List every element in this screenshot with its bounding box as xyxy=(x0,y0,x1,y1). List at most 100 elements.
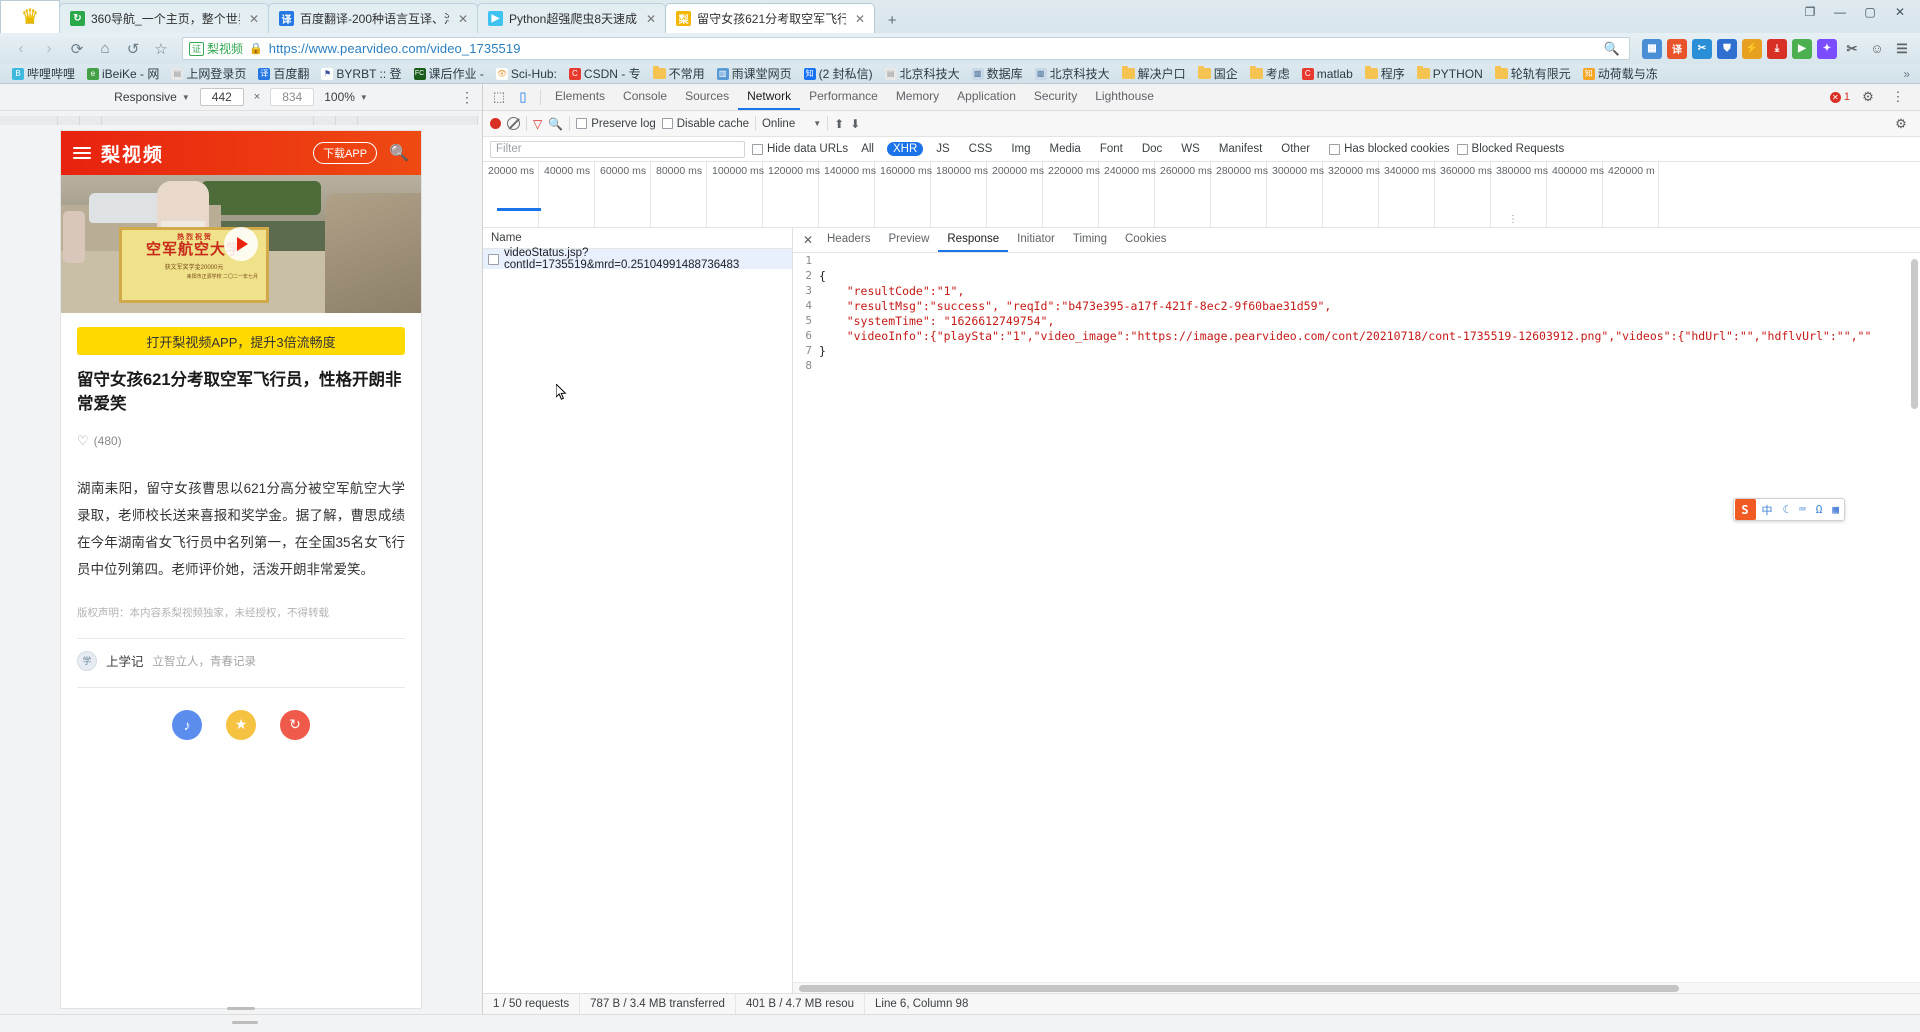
video-icon[interactable]: ▶ xyxy=(1792,38,1812,59)
tab-performance[interactable]: Performance xyxy=(800,84,887,110)
bookmark-item[interactable]: ▩ 数据库 xyxy=(966,65,1029,83)
device-viewport[interactable]: 梨视频 下载APP 🔍 热 烈 祝 贺 空军航空大学 获文军奖学金20000元 … xyxy=(61,131,421,1008)
speed-icon[interactable]: ⚡ xyxy=(1742,38,1762,59)
bookmark-item[interactable]: FC 课后作业 - xyxy=(408,65,490,83)
filter-type-xhr[interactable]: XHR xyxy=(886,142,924,156)
omega-icon[interactable]: Ω xyxy=(1811,503,1828,516)
address-bar[interactable]: 证 梨视频 🔒 https://www.pearvideo.com/video_… xyxy=(182,37,1630,60)
browser-tab-2[interactable]: ▶ Python超强爬虫8天速成 ✕ xyxy=(477,3,667,33)
filter-type-other[interactable]: Other xyxy=(1275,142,1316,156)
bookmark-item[interactable]: ⚑ BYRBT :: 登 xyxy=(315,65,407,83)
tab-close-icon[interactable]: ✕ xyxy=(455,12,471,26)
download-manager-icon[interactable]: ⤓ xyxy=(1767,38,1787,59)
tab-close-icon[interactable]: ✕ xyxy=(246,12,262,26)
bookmarks-overflow-icon[interactable]: » xyxy=(1903,67,1914,81)
screenshot-icon[interactable]: ✂ xyxy=(1692,38,1712,59)
maximize-icon[interactable]: ▢ xyxy=(1856,2,1884,22)
device-zoom-selector[interactable]: 100% ▼ xyxy=(324,90,368,104)
table-row[interactable]: videoStatus.jsp?contId=1735519&mrd=0.251… xyxy=(483,247,792,271)
tab-memory[interactable]: Memory xyxy=(887,84,948,110)
tab-initiator[interactable]: Initiator xyxy=(1008,228,1064,252)
kebab-icon[interactable]: ⋮ xyxy=(1886,86,1910,108)
ime-panel-icon[interactable]: ▦ xyxy=(1827,503,1844,516)
bookmark-item[interactable]: ▥ 雨课堂网页 xyxy=(711,65,798,83)
bookmark-item[interactable]: 解决户口 xyxy=(1116,65,1192,83)
minimize-icon[interactable]: — xyxy=(1826,2,1854,22)
throttling-selector[interactable]: Online ▼ xyxy=(762,118,821,130)
gear-icon[interactable]: ⚙ xyxy=(1856,86,1880,108)
search-icon[interactable]: 🔍 xyxy=(389,143,409,163)
share-icon[interactable]: ↻ xyxy=(280,709,310,740)
search-in-page-icon[interactable]: 🔍 xyxy=(1601,41,1623,57)
filter-type-ws[interactable]: WS xyxy=(1175,142,1206,156)
filter-type-font[interactable]: Font xyxy=(1094,142,1129,156)
response-vertical-scrollbar[interactable] xyxy=(1911,259,1918,409)
tab-elements[interactable]: Elements xyxy=(546,84,614,110)
tab-network[interactable]: Network xyxy=(738,84,801,110)
play-button-icon[interactable] xyxy=(224,227,258,261)
tab-close-icon[interactable]: ✕ xyxy=(852,12,868,26)
extension-icon[interactable]: ✦ xyxy=(1817,38,1837,59)
tab-application[interactable]: Application xyxy=(948,84,1025,110)
preserve-log-checkbox[interactable]: Preserve log xyxy=(576,118,656,130)
bookmark-item[interactable]: 知 (2 封私信) xyxy=(798,65,879,83)
import-har-icon[interactable]: ⬆ xyxy=(834,117,844,131)
bookmark-item[interactable]: 考虑 xyxy=(1244,65,1296,83)
device-bottom-handle[interactable] xyxy=(232,1021,258,1024)
device-height-input[interactable]: 834 xyxy=(270,88,315,106)
download-app-button[interactable]: 下载APP xyxy=(313,142,378,164)
response-horizontal-scrollbar[interactable] xyxy=(799,985,1679,992)
shield-icon[interactable]: ⛊ xyxy=(1717,38,1737,59)
disable-cache-checkbox[interactable]: Disable cache xyxy=(661,118,749,130)
bookmark-item[interactable]: ▩ 北京科技大 xyxy=(1029,65,1116,83)
bookmark-item[interactable]: 👁 Sci-Hub: xyxy=(490,65,563,83)
device-resize-handle[interactable] xyxy=(227,1007,255,1010)
keyboard-icon[interactable]: ⌨ xyxy=(1794,503,1811,516)
error-count-badge[interactable]: ✕ 1 xyxy=(1829,91,1850,103)
response-body-viewer[interactable]: 1 2{ 3 "resultCode":"1", 4 "resultMsg":"… xyxy=(793,253,1920,982)
translate-icon[interactable]: 译 xyxy=(1667,38,1687,59)
tab-sources[interactable]: Sources xyxy=(676,84,738,110)
new-tab-button[interactable]: + xyxy=(879,7,905,33)
undo-icon[interactable]: ↺ xyxy=(120,37,146,61)
close-icon[interactable]: ✕ xyxy=(798,233,818,247)
clear-button[interactable] xyxy=(507,117,520,130)
tab-preview[interactable]: Preview xyxy=(879,228,938,252)
device-width-input[interactable]: 442 xyxy=(199,88,244,106)
inspect-element-icon[interactable]: ⬚ xyxy=(487,86,511,108)
filter-type-media[interactable]: Media xyxy=(1044,142,1087,156)
filter-type-all[interactable]: All xyxy=(855,142,880,156)
tab-console[interactable]: Console xyxy=(614,84,676,110)
forward-icon[interactable]: › xyxy=(36,37,62,61)
tab-lighthouse[interactable]: Lighthouse xyxy=(1086,84,1163,110)
tab-cookies[interactable]: Cookies xyxy=(1116,228,1176,252)
tab-headers[interactable]: Headers xyxy=(818,228,879,252)
bookmark-item[interactable]: B 哔哩哔哩 xyxy=(6,65,81,83)
bookmark-item[interactable]: PYTHON xyxy=(1411,65,1489,83)
bookmark-item[interactable]: e iBeiKe - 网 xyxy=(81,65,165,83)
tab-timing[interactable]: Timing xyxy=(1064,228,1116,252)
browser-tab-0[interactable]: ↻ 360导航_一个主页，整个世界 ✕ xyxy=(59,3,269,33)
star-icon[interactable]: ★ xyxy=(226,709,256,740)
filter-input[interactable]: Filter xyxy=(490,140,745,158)
device-preset-selector[interactable]: Responsive ▼ xyxy=(114,90,190,104)
tab-security[interactable]: Security xyxy=(1025,84,1086,110)
grid-apps-icon[interactable]: ▦ xyxy=(1642,38,1662,59)
filter-icon[interactable]: ▽ xyxy=(533,117,542,131)
export-har-icon[interactable]: ⬇ xyxy=(850,117,860,131)
bookmark-item[interactable]: 译百度翻 xyxy=(252,65,315,83)
has-blocked-cookies-checkbox[interactable]: Has blocked cookies xyxy=(1329,143,1450,155)
ime-mode-label[interactable]: 中 xyxy=(1757,502,1778,518)
bookmark-item[interactable]: 轮轨有限元 xyxy=(1489,65,1577,83)
notify-icon[interactable]: ♪ xyxy=(172,709,202,740)
source-row[interactable]: 学 上学记 立智立人，青春记录 xyxy=(77,650,405,671)
moon-icon[interactable]: ☾ xyxy=(1778,503,1795,516)
user-icon[interactable]: ☺ xyxy=(1867,39,1887,59)
home-icon[interactable]: ⌂ xyxy=(92,37,118,61)
filter-type-js[interactable]: JS xyxy=(930,142,955,156)
response-horizontal-scroll-track[interactable] xyxy=(793,982,1920,993)
bookmark-item[interactable]: 知动荷载与冻 xyxy=(1577,65,1664,83)
bookmark-item[interactable]: ▤ 北京科技大 xyxy=(879,65,966,83)
browser-tab-1[interactable]: 译 百度翻译-200种语言互译、沟 ✕ xyxy=(268,3,478,33)
network-settings-icon[interactable]: ⚙ xyxy=(1889,113,1913,135)
